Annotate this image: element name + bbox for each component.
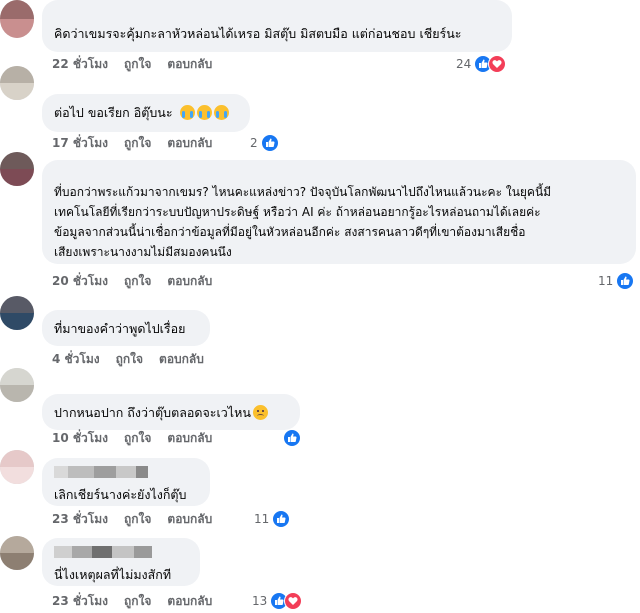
like-action[interactable]: ถูกใจ xyxy=(124,272,151,291)
reaction-summary[interactable]: 11 xyxy=(254,510,291,528)
comment-text: ที่มาของคำว่าพูดไปเรื่อย xyxy=(54,321,186,336)
reply-action[interactable]: ตอบกลับ xyxy=(159,350,204,369)
comment-bubble: นี่ไงเหตุผลที่ไม่มงสักที xyxy=(42,538,200,586)
comment-bubble: ที่มาของคำว่าพูดไปเรื่อย xyxy=(42,310,210,346)
comment-meta: 22 ชั่วโมง ถูกใจ ตอบกลับ xyxy=(52,55,228,73)
love-reaction-icon xyxy=(488,55,507,73)
reply-action[interactable]: ตอบกลับ xyxy=(167,510,212,529)
comment-text: เลิกเชียร์นางค่ะยังไงก็ตุ๊บ xyxy=(54,487,187,502)
comment-meta: 20 ชั่วโมง ถูกใจ ตอบกลับ xyxy=(52,272,228,290)
like-action[interactable]: ถูกใจ xyxy=(124,429,151,448)
reaction-count: 24 xyxy=(456,57,472,71)
like-reaction-icon xyxy=(283,429,301,447)
blurred-author-name[interactable] xyxy=(54,546,152,558)
blurred-author-name[interactable] xyxy=(54,466,148,478)
comment-bubble: ต่อไป ขอเรียก อิตุ๊บนะ xyxy=(42,94,250,132)
crying-emoji xyxy=(196,105,212,120)
comment-text: ปากหนอปาก ถึงว่าตุ๊บตลอดจะเวไหน xyxy=(54,405,251,420)
comment-time[interactable]: 22 ชั่วโมง xyxy=(52,55,108,74)
reaction-summary[interactable]: 24 xyxy=(456,55,507,73)
comment-text: ต่อไป ขอเรียก อิตุ๊บนะ xyxy=(54,105,173,120)
reaction-summary[interactable]: 11 xyxy=(598,272,635,290)
reply-action[interactable]: ตอบกลับ xyxy=(167,272,212,291)
comment-time[interactable]: 20 ชั่วโมง xyxy=(52,272,108,291)
comment-meta: 23 ชั่วโมง ถูกใจ ตอบกลับ xyxy=(52,592,228,610)
reaction-count: 2 xyxy=(250,136,258,150)
comment-time[interactable]: 17 ชั่วโมง xyxy=(52,134,108,153)
comment-bubble: ปากหนอปาก ถึงว่าตุ๊บตลอดจะเวไหน xyxy=(42,394,300,430)
like-reaction-icon xyxy=(260,134,279,152)
like-action[interactable]: ถูกใจ xyxy=(124,55,151,74)
avatar[interactable] xyxy=(0,368,34,402)
comment-time[interactable]: 23 ชั่วโมง xyxy=(52,510,108,529)
comment-meta: 17 ชั่วโมง ถูกใจ ตอบกลับ xyxy=(52,134,228,152)
comment-bubble: ที่บอกว่าพระแก้วมาจากเขมร? ไหนคะแหล่งข่า… xyxy=(42,160,636,264)
reaction-summary[interactable]: 2 xyxy=(250,134,279,152)
reaction-count: 13 xyxy=(252,594,268,608)
crying-emoji xyxy=(213,105,229,120)
comment-time[interactable]: 10 ชั่วโมง xyxy=(52,429,108,448)
like-action[interactable]: ถูกใจ xyxy=(124,592,151,611)
avatar[interactable] xyxy=(0,66,34,100)
reaction-summary[interactable]: 13 xyxy=(252,592,303,610)
comment-meta: 23 ชั่วโมง ถูกใจ ตอบกลับ xyxy=(52,510,228,528)
reply-action[interactable]: ตอบกลับ xyxy=(167,429,212,448)
reply-action[interactable]: ตอบกลับ xyxy=(167,592,212,611)
avatar[interactable] xyxy=(0,296,34,330)
crying-emoji xyxy=(179,105,195,120)
like-reaction-icon xyxy=(272,510,291,528)
comment-meta: 4 ชั่วโมง ถูกใจ ตอบกลับ xyxy=(52,350,220,368)
avatar[interactable] xyxy=(0,0,34,38)
comment-text: คิดว่าเขมรจะคุ้มกะลาหัวหล่อนได้เหรอ มิสต… xyxy=(54,26,462,41)
avatar[interactable] xyxy=(0,450,34,484)
comment-time[interactable]: 23 ชั่วโมง xyxy=(52,592,108,611)
reply-action[interactable]: ตอบกลับ xyxy=(167,134,212,153)
like-action[interactable]: ถูกใจ xyxy=(124,510,151,529)
like-reaction-icon xyxy=(616,272,635,290)
comment-text: ที่บอกว่าพระแก้วมาจากเขมร? ไหนคะแหล่งข่า… xyxy=(54,185,552,259)
avatar[interactable] xyxy=(0,152,34,186)
like-action[interactable]: ถูกใจ xyxy=(116,350,143,369)
comment-time[interactable]: 4 ชั่วโมง xyxy=(52,350,100,369)
comment-bubble: เลิกเชียร์นางค่ะยังไงก็ตุ๊บ xyxy=(42,458,210,506)
reaction-count: 11 xyxy=(254,512,270,526)
love-reaction-icon xyxy=(284,592,303,610)
reply-action[interactable]: ตอบกลับ xyxy=(167,55,212,74)
sad-emoji xyxy=(252,405,268,420)
avatar[interactable] xyxy=(0,536,34,570)
comment-bubble: คิดว่าเขมรจะคุ้มกะลาหัวหล่อนได้เหรอ มิสต… xyxy=(42,0,512,52)
comment-meta: 10 ชั่วโมง ถูกใจ ตอบกลับ xyxy=(52,429,228,447)
reaction-count: 11 xyxy=(598,274,614,288)
reaction-summary[interactable] xyxy=(280,429,301,447)
like-action[interactable]: ถูกใจ xyxy=(124,134,151,153)
comment-text: นี่ไงเหตุผลที่ไม่มงสักที xyxy=(54,567,172,582)
